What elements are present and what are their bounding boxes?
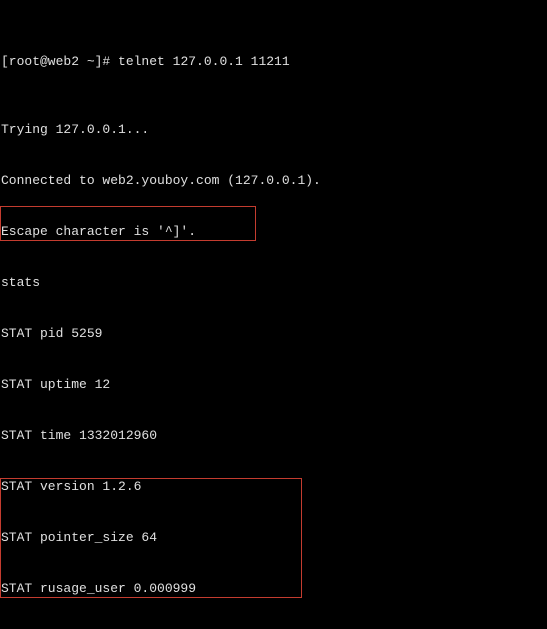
output-line: STAT time 1332012960 (1, 427, 546, 444)
typed-command: telnet 127.0.0.1 11211 (118, 54, 290, 69)
prompt-line: [root@web2 ~]# telnet 127.0.0.1 11211 (1, 53, 546, 70)
output-line: stats (1, 274, 546, 291)
output-line: Trying 127.0.0.1... (1, 121, 546, 138)
output-line: STAT pointer_size 64 (1, 529, 546, 546)
output-line: Connected to web2.youboy.com (127.0.0.1)… (1, 172, 546, 189)
output-line: STAT pid 5259 (1, 325, 546, 342)
output-line: Escape character is '^]'. (1, 223, 546, 240)
output-line: STAT rusage_user 0.000999 (1, 580, 546, 597)
output-line: STAT uptime 12 (1, 376, 546, 393)
output-line: STAT version 1.2.6 (1, 478, 546, 495)
terminal-output[interactable]: [root@web2 ~]# telnet 127.0.0.1 11211 Tr… (0, 0, 547, 629)
shell-prompt: [root@web2 ~]# (1, 54, 118, 69)
